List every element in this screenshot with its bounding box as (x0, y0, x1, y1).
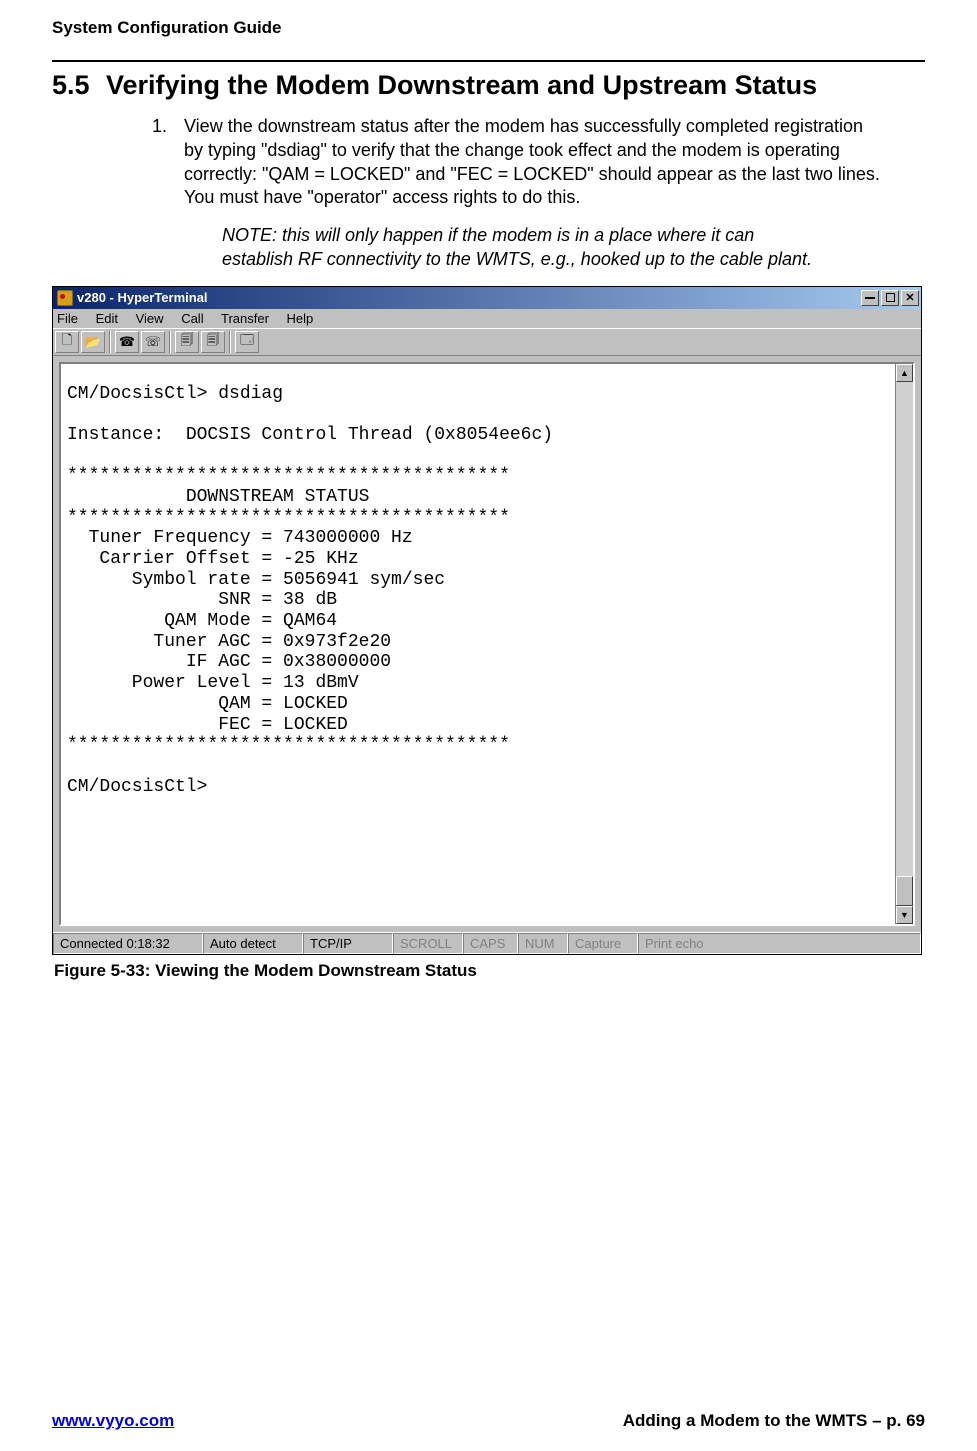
menu-transfer[interactable]: Transfer (221, 311, 269, 326)
status-capture: Capture (568, 933, 638, 954)
toolbar-separator (169, 331, 171, 353)
send-icon: 🗐 (181, 331, 194, 353)
status-print-echo: Print echo (638, 933, 921, 954)
scrollbar-thumb[interactable] (896, 876, 913, 906)
footer-url: www.vyyo.com (52, 1411, 174, 1431)
note: NOTE: this will only happen if the modem… (222, 224, 825, 272)
figure-caption: Figure 5-33: Viewing the Modem Downstrea… (54, 961, 925, 981)
section-title: Verifying the Modem Downstream and Upstr… (106, 70, 925, 101)
menu-help[interactable]: Help (287, 311, 314, 326)
menu-call[interactable]: Call (181, 311, 203, 326)
page-footer: www.vyyo.com Adding a Modem to the WMTS … (52, 1411, 925, 1431)
chevron-down-icon: ▼ (900, 910, 909, 920)
titlebar: v280 - HyperTerminal ✕ (53, 287, 921, 309)
step-text: View the downstream status after the mod… (184, 115, 885, 210)
phone-connect-icon: ☎ (119, 334, 135, 350)
phone-disconnect-button[interactable]: ☏ (141, 331, 165, 353)
step-marker: 1. (152, 115, 184, 210)
terminal-wrap: CM/DocsisCtl> dsdiag Instance: DOCSIS Co… (59, 362, 915, 926)
receive-icon: 🗐 (207, 331, 220, 353)
new-file-button[interactable]: 🗋 (55, 331, 79, 353)
terminal[interactable]: CM/DocsisCtl> dsdiag Instance: DOCSIS Co… (61, 364, 895, 924)
scrollbar-track[interactable] (896, 382, 913, 906)
maximize-icon (886, 293, 895, 302)
phone-disconnect-icon: ☏ (145, 334, 161, 350)
send-button[interactable]: 🗐 (175, 331, 199, 353)
properties-button[interactable]: 🗔 (235, 331, 259, 353)
status-num: NUM (518, 933, 568, 954)
status-connected: Connected 0:18:32 (53, 933, 203, 954)
chevron-up-icon: ▲ (900, 368, 909, 378)
toolbar-separator (229, 331, 231, 353)
menubar: File Edit View Call Transfer Help (53, 309, 921, 328)
app-icon (57, 290, 73, 306)
status-scroll: SCROLL (393, 933, 463, 954)
footer-right: Adding a Modem to the WMTS – p. 69 (623, 1411, 925, 1431)
open-file-button[interactable]: 📂 (81, 331, 105, 353)
status-caps: CAPS (463, 933, 518, 954)
horizontal-rule (52, 60, 925, 62)
minimize-icon (865, 297, 875, 299)
toolbar-separator (109, 331, 111, 353)
close-icon: ✕ (905, 291, 914, 304)
toolbar: 🗋 📂 ☎ ☏ 🗐 🗐 🗔 (53, 328, 921, 356)
window-title: v280 - HyperTerminal (77, 290, 208, 305)
menu-file[interactable]: File (57, 311, 78, 326)
scroll-down-button[interactable]: ▼ (896, 906, 913, 924)
step-1: 1. View the downstream status after the … (152, 115, 885, 210)
doc-title: System Configuration Guide (52, 18, 925, 38)
section-number: 5.5 (52, 70, 106, 101)
scroll-up-button[interactable]: ▲ (896, 364, 913, 382)
status-detect: Auto detect (203, 933, 303, 954)
close-button[interactable]: ✕ (901, 290, 919, 306)
vertical-scrollbar[interactable]: ▲ ▼ (895, 364, 913, 924)
menu-edit[interactable]: Edit (96, 311, 118, 326)
properties-icon: 🗔 (240, 331, 254, 353)
phone-connect-button[interactable]: ☎ (115, 331, 139, 353)
receive-button[interactable]: 🗐 (201, 331, 225, 353)
menu-view[interactable]: View (136, 311, 164, 326)
minimize-button[interactable] (861, 290, 879, 306)
open-file-icon: 📂 (85, 334, 101, 350)
status-protocol: TCP/IP (303, 933, 393, 954)
client-area: CM/DocsisCtl> dsdiag Instance: DOCSIS Co… (53, 356, 921, 932)
statusbar: Connected 0:18:32 Auto detect TCP/IP SCR… (53, 932, 921, 954)
maximize-button[interactable] (881, 290, 899, 306)
new-file-icon: 🗋 (62, 331, 72, 353)
section-heading: 5.5 Verifying the Modem Downstream and U… (52, 70, 925, 101)
hyperterminal-window: v280 - HyperTerminal ✕ File Edit View Ca… (52, 286, 922, 955)
